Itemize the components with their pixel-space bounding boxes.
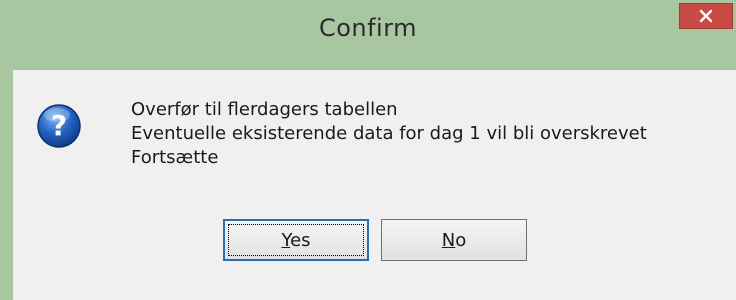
svg-text:?: ?: [51, 109, 67, 142]
window-title: Confirm: [318, 14, 418, 42]
dialog-body: ? Overfør til flerdagers tabellen Eventu…: [13, 70, 736, 300]
message-line: Overfør til flerdagers tabellen: [131, 99, 398, 120]
message-line: Eventuelle eksisterende data for dag 1 v…: [131, 123, 647, 144]
close-button[interactable]: [679, 3, 733, 29]
title-bar[interactable]: Confirm: [0, 0, 736, 70]
dialog-message: Overfør til flerdagers tabellen Eventuel…: [131, 98, 647, 170]
message-line: Fortsætte: [131, 147, 219, 168]
question-icon: ?: [37, 104, 81, 148]
no-button[interactable]: No: [381, 219, 527, 261]
yes-button[interactable]: Yes: [223, 219, 369, 261]
close-icon: [699, 9, 713, 23]
focus-ring: [228, 224, 364, 256]
no-button-label: No: [441, 229, 467, 251]
confirm-dialog-window: Confirm ? Overfør til flerdagers tabelle…: [0, 0, 736, 300]
